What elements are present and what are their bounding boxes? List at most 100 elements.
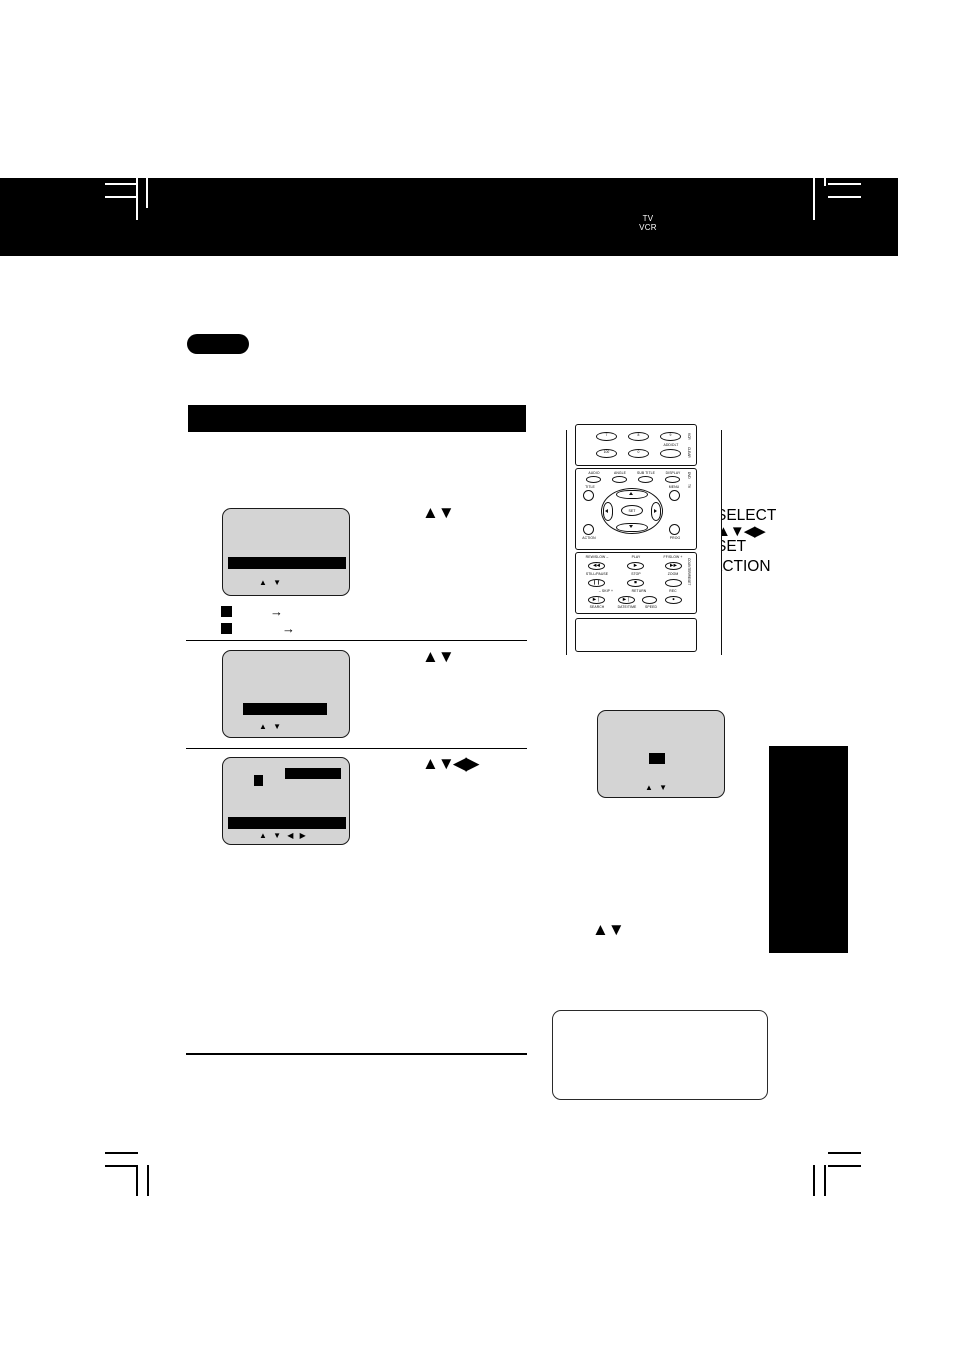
remote-button-menu[interactable] [669,490,680,501]
tv-vcr-line-2: VCR [639,222,657,232]
crop-mark-top-right-vertical-a [813,178,815,220]
skip-next-icon: ▶❘ [622,596,631,602]
remote-button-angle[interactable] [612,476,627,483]
crop-mark-top-right-vertical-b [824,178,826,186]
remote-button-subtitle[interactable] [638,476,653,483]
remote-button-return[interactable] [642,596,657,604]
step-3-button-hint: ▲▼◀▶ [422,754,479,773]
page-header-band [0,178,898,256]
remote-label-datetime: DATE/TIME [617,605,637,609]
remote-button-stop[interactable]: ■ [627,579,644,587]
rewind-icon: ◀◀ [592,562,601,568]
remote-label-search: SEARCH [589,605,605,609]
remote-button-rewind[interactable]: ◀◀ [588,562,605,570]
remote-side-label-clear: CLEAR [687,447,691,458]
remote-button-set[interactable]: SET [621,505,643,516]
remote-dpad-up-arrow-icon [629,492,633,495]
step-3-value-bar [285,768,341,779]
remote-panel-bottom-stub [575,618,697,652]
right-column-screen-illustration: ▲ ▼ [597,710,725,798]
remote-button-action-label: ACTION [582,536,596,540]
remote-side-label-counter-reset: COUNTER/RESET [687,558,691,586]
step-1-button-hint: ▲▼ [422,503,455,522]
crop-mark-bottom-left-horizontal-a [105,1152,138,1154]
step-1-highlight-bar [228,557,346,569]
step-2-button-hint: ▲▼ [422,647,455,666]
step-1-note-1-marker [221,606,232,617]
remote-side-label-dvd: DVD [687,472,691,479]
callout-select: SELECT [716,507,777,524]
remote-button-skip-prev[interactable]: ▶❘ [588,596,605,604]
remote-button-7-label: 7 [605,433,608,437]
step-1-note-2-marker [221,623,232,634]
crop-mark-top-left-horizontal-a [105,183,138,185]
remote-button-audio[interactable] [586,476,601,483]
remote-button-title-label: TITLE [585,485,595,489]
crop-mark-bottom-right-vertical-a [813,1165,815,1196]
remote-button-add-dlt-label: ADD/DLT [663,443,679,447]
remote-button-zoom[interactable] [665,579,682,587]
tv-vcr-mode-indicator: TV VCR [628,214,668,232]
crop-mark-top-left-vertical-b [146,178,148,208]
remote-button-0-label: 0 [637,450,640,454]
section-heading-bar [188,405,526,432]
crop-mark-top-right-horizontal-a [828,183,861,185]
remote-button-rec[interactable]: ● [665,596,682,604]
crop-mark-bottom-left-horizontal-b [105,1165,138,1167]
remote-label-rew-slow: REW/SLOW – [585,555,609,559]
remote-label-zoom: ZOOM [667,572,679,576]
remote-button-8-label: 8 [637,433,640,437]
step-3-highlight-bar [228,817,346,829]
section-badge [187,334,249,354]
step-1-note-2-arrow-icon: → [282,621,295,636]
remote-side-label-tv: TV [687,484,691,489]
step-1-onscreen-arrows: ▲ ▼ [259,578,284,587]
step-3-cursor-block [254,775,263,786]
skip-previous-icon: ▶❘ [592,596,601,602]
play-icon: ▶ [633,562,638,568]
step-2-highlight-bar [243,703,327,715]
crop-mark-top-right-horizontal-b [828,196,861,198]
crop-mark-bottom-right-horizontal-a [828,1152,861,1154]
remote-button-fastforward[interactable]: ▶▶ [665,562,682,570]
step-3-onscreen-arrows: ▲ ▼ ◀ ▶ [259,831,308,840]
bottom-divider-rule [186,1053,527,1055]
step-2-onscreen-arrows: ▲ ▼ [259,722,284,731]
right-column-cursor-block [649,753,665,764]
remote-button-add-dlt[interactable] [660,449,681,458]
remote-button-prog[interactable] [669,524,680,535]
pause-icon: ❙❙ [592,579,601,585]
remote-label-speed: SPEED [645,605,657,609]
remote-label-rec: REC [669,589,677,593]
step-1-note-1-arrow-icon: → [270,604,283,619]
remote-dpad-right-arrow-icon [654,509,657,513]
remote-button-still-pause[interactable]: ❙❙ [588,579,605,587]
remote-button-action[interactable] [583,524,594,535]
remote-button-100-label: 100 [603,450,610,454]
record-icon: ● [672,596,675,602]
fast-forward-icon: ▶▶ [669,562,678,568]
right-column-button-hint: ▲▼ [592,920,625,939]
remote-control-illustration: 7 8 9 100 0 ADD/DLT VCR CLEAR AUDIO ANGL… [566,424,722,655]
divider-after-step-2 [186,748,527,749]
step-3-screen-illustration: ▲ ▼ ◀ ▶ [222,757,350,845]
remote-dpad-left-arrow-icon [605,509,608,513]
right-column-onscreen-arrows: ▲ ▼ [645,783,670,792]
remote-label-skip: – SKIP + [598,589,614,593]
stop-icon: ■ [634,579,637,585]
divider-after-step-1 [186,640,527,641]
remote-label-stop: STOP [631,572,641,576]
crop-mark-bottom-left-vertical-a [136,1165,138,1196]
remote-label-still-pause: STILL/PAUSE [585,572,609,576]
remote-button-skip-next[interactable]: ▶❘ [618,596,635,604]
remote-button-prog-label: PROG [669,536,681,540]
remote-button-9-label: 9 [669,433,672,437]
remote-label-return: RETURN [631,589,647,593]
remote-side-label-vcr: VCR [687,433,691,440]
step-2-screen-illustration: ▲ ▼ [222,650,350,738]
remote-dpad-down-arrow-icon [629,525,633,528]
remote-button-display[interactable] [665,476,680,483]
right-edge-chapter-tab [769,746,848,953]
remote-button-play[interactable]: ▶ [627,562,644,570]
remote-button-title[interactable] [583,490,594,501]
